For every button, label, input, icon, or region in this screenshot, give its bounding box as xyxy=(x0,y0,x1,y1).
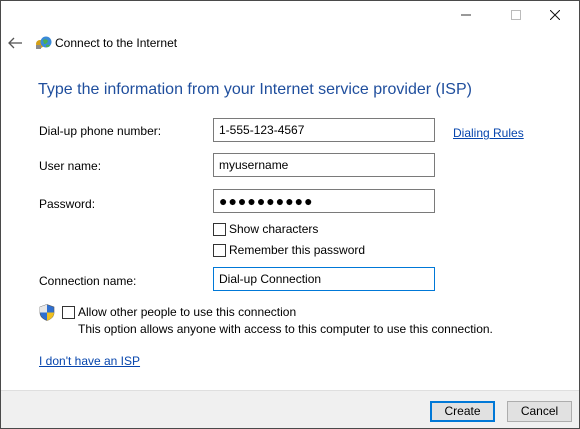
maximize-icon xyxy=(511,10,521,20)
phone-number-label: Dial-up phone number: xyxy=(39,124,162,138)
show-characters-label: Show characters xyxy=(229,222,319,236)
remember-password-checkbox[interactable] xyxy=(213,243,226,257)
password-field[interactable]: ●●●●●●●●●● xyxy=(213,189,435,213)
connection-name-label: Connection name: xyxy=(39,274,137,288)
window-title: Connect to the Internet xyxy=(55,36,178,50)
network-globe-icon xyxy=(36,36,52,49)
show-characters-option[interactable]: Show characters xyxy=(213,222,318,236)
uac-shield-icon xyxy=(39,304,55,321)
cancel-button[interactable]: Cancel xyxy=(507,401,572,422)
username-field[interactable]: myusername xyxy=(213,153,435,177)
remember-password-label: Remember this password xyxy=(229,243,366,257)
create-button[interactable]: Create xyxy=(430,401,495,422)
back-arrow-icon[interactable] xyxy=(7,36,23,50)
minimize-button[interactable] xyxy=(443,1,489,29)
password-label: Password: xyxy=(39,197,96,211)
username-label: User name: xyxy=(39,159,102,173)
no-isp-link[interactable]: I don't have an ISP xyxy=(39,354,140,368)
close-button[interactable] xyxy=(532,1,578,29)
show-characters-checkbox[interactable] xyxy=(213,222,226,236)
phone-number-field[interactable]: 1-555-123-4567 xyxy=(213,118,435,142)
dialing-rules-link[interactable]: Dialing Rules xyxy=(453,126,524,140)
minimize-icon xyxy=(461,14,471,16)
button-bar: Create Cancel xyxy=(1,390,579,428)
allow-others-option[interactable]: Allow other people to use this connectio… xyxy=(62,305,296,319)
page-heading: Type the information from your Internet … xyxy=(38,81,472,98)
allow-others-checkbox[interactable] xyxy=(62,305,75,319)
close-icon xyxy=(550,10,560,20)
remember-password-option[interactable]: Remember this password xyxy=(213,243,365,257)
connection-name-field[interactable]: Dial-up Connection xyxy=(213,267,435,291)
allow-others-note: This option allows anyone with access to… xyxy=(78,322,493,336)
allow-others-label: Allow other people to use this connectio… xyxy=(78,305,297,319)
dialog-window: Connect to the Internet Type the informa… xyxy=(0,0,580,429)
